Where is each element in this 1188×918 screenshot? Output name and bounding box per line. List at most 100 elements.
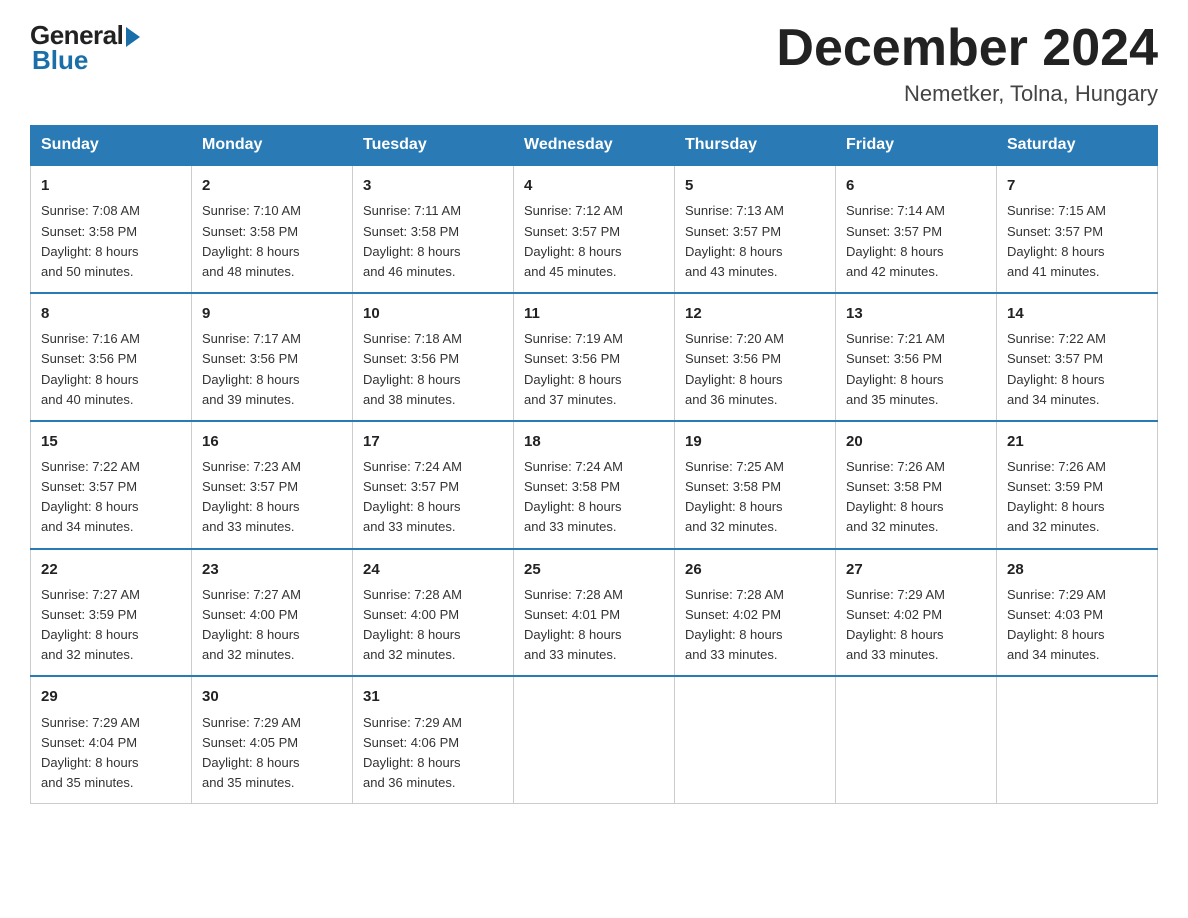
header-sunday: Sunday bbox=[31, 126, 192, 166]
calendar-cell: 16 Sunrise: 7:23 AMSunset: 3:57 PMDayligh… bbox=[192, 421, 353, 549]
day-number: 1 bbox=[41, 174, 181, 197]
day-info: Sunrise: 7:24 AMSunset: 3:57 PMDaylight:… bbox=[363, 459, 462, 534]
calendar-cell bbox=[514, 676, 675, 803]
day-number: 18 bbox=[524, 430, 664, 453]
day-number: 31 bbox=[363, 685, 503, 708]
day-number: 28 bbox=[1007, 558, 1147, 581]
day-info: Sunrise: 7:08 AMSunset: 3:58 PMDaylight:… bbox=[41, 203, 140, 278]
day-number: 2 bbox=[202, 174, 342, 197]
day-number: 11 bbox=[524, 302, 664, 325]
day-info: Sunrise: 7:17 AMSunset: 3:56 PMDaylight:… bbox=[202, 331, 301, 406]
day-number: 4 bbox=[524, 174, 664, 197]
day-info: Sunrise: 7:26 AMSunset: 3:58 PMDaylight:… bbox=[846, 459, 945, 534]
calendar-cell: 7 Sunrise: 7:15 AMSunset: 3:57 PMDaylight… bbox=[997, 165, 1158, 293]
header-monday: Monday bbox=[192, 126, 353, 166]
calendar-cell: 17Sunrise: 7:24 AMSunset: 3:57 PMDayligh… bbox=[353, 421, 514, 549]
calendar-week-row: 29Sunrise: 7:29 AMSunset: 4:04 PMDayligh… bbox=[31, 676, 1158, 803]
calendar-cell: 23 Sunrise: 7:27 AMSunset: 4:00 PMDayligh… bbox=[192, 549, 353, 677]
day-number: 22 bbox=[41, 558, 181, 581]
calendar-cell: 21 Sunrise: 7:26 AMSunset: 3:59 PMDayligh… bbox=[997, 421, 1158, 549]
location-title: Nemetker, Tolna, Hungary bbox=[776, 81, 1158, 107]
calendar-cell: 9 Sunrise: 7:17 AMSunset: 3:56 PMDaylight… bbox=[192, 293, 353, 421]
day-number: 5 bbox=[685, 174, 825, 197]
calendar-cell: 18Sunrise: 7:24 AMSunset: 3:58 PMDayligh… bbox=[514, 421, 675, 549]
calendar-cell: 25 Sunrise: 7:28 AMSunset: 4:01 PMDayligh… bbox=[514, 549, 675, 677]
day-number: 21 bbox=[1007, 430, 1147, 453]
calendar-cell: 30 Sunrise: 7:29 AMSunset: 4:05 PMDayligh… bbox=[192, 676, 353, 803]
day-number: 19 bbox=[685, 430, 825, 453]
calendar-cell: 14 Sunrise: 7:22 AMSunset: 3:57 PMDayligh… bbox=[997, 293, 1158, 421]
day-info: Sunrise: 7:29 AMSunset: 4:05 PMDaylight:… bbox=[202, 715, 301, 790]
day-number: 3 bbox=[363, 174, 503, 197]
day-number: 14 bbox=[1007, 302, 1147, 325]
day-number: 8 bbox=[41, 302, 181, 325]
calendar-cell: 24Sunrise: 7:28 AMSunset: 4:00 PMDayligh… bbox=[353, 549, 514, 677]
day-info: Sunrise: 7:13 AMSunset: 3:57 PMDaylight:… bbox=[685, 203, 784, 278]
day-info: Sunrise: 7:16 AMSunset: 3:56 PMDaylight:… bbox=[41, 331, 140, 406]
day-info: Sunrise: 7:22 AMSunset: 3:57 PMDaylight:… bbox=[41, 459, 140, 534]
day-number: 6 bbox=[846, 174, 986, 197]
day-number: 7 bbox=[1007, 174, 1147, 197]
calendar-cell: 19Sunrise: 7:25 AMSunset: 3:58 PMDayligh… bbox=[675, 421, 836, 549]
day-info: Sunrise: 7:28 AMSunset: 4:02 PMDaylight:… bbox=[685, 587, 784, 662]
day-info: Sunrise: 7:29 AMSunset: 4:02 PMDaylight:… bbox=[846, 587, 945, 662]
header-tuesday: Tuesday bbox=[353, 126, 514, 166]
logo-blue-text: Blue bbox=[32, 45, 88, 76]
day-info: Sunrise: 7:14 AMSunset: 3:57 PMDaylight:… bbox=[846, 203, 945, 278]
header-thursday: Thursday bbox=[675, 126, 836, 166]
calendar-cell: 4Sunrise: 7:12 AMSunset: 3:57 PMDaylight… bbox=[514, 165, 675, 293]
calendar-cell: 20Sunrise: 7:26 AMSunset: 3:58 PMDayligh… bbox=[836, 421, 997, 549]
calendar-cell: 2Sunrise: 7:10 AMSunset: 3:58 PMDaylight… bbox=[192, 165, 353, 293]
calendar-cell: 29Sunrise: 7:29 AMSunset: 4:04 PMDayligh… bbox=[31, 676, 192, 803]
day-number: 15 bbox=[41, 430, 181, 453]
day-info: Sunrise: 7:29 AMSunset: 4:03 PMDaylight:… bbox=[1007, 587, 1106, 662]
calendar-cell: 11 Sunrise: 7:19 AMSunset: 3:56 PMDayligh… bbox=[514, 293, 675, 421]
header-friday: Friday bbox=[836, 126, 997, 166]
day-number: 30 bbox=[202, 685, 342, 708]
logo-arrow-icon bbox=[126, 27, 140, 47]
day-number: 16 bbox=[202, 430, 342, 453]
calendar-cell: 22 Sunrise: 7:27 AMSunset: 3:59 PMDayligh… bbox=[31, 549, 192, 677]
day-info: Sunrise: 7:19 AMSunset: 3:56 PMDaylight:… bbox=[524, 331, 623, 406]
day-number: 25 bbox=[524, 558, 664, 581]
day-number: 10 bbox=[363, 302, 503, 325]
day-number: 26 bbox=[685, 558, 825, 581]
calendar-cell: 3 Sunrise: 7:11 AMSunset: 3:58 PMDaylight… bbox=[353, 165, 514, 293]
calendar-cell: 13 Sunrise: 7:21 AMSunset: 3:56 PMDayligh… bbox=[836, 293, 997, 421]
calendar-cell bbox=[836, 676, 997, 803]
calendar-cell: 31Sunrise: 7:29 AMSunset: 4:06 PMDayligh… bbox=[353, 676, 514, 803]
day-info: Sunrise: 7:11 AMSunset: 3:58 PMDaylight:… bbox=[363, 203, 461, 278]
calendar-cell: 6 Sunrise: 7:14 AMSunset: 3:57 PMDaylight… bbox=[836, 165, 997, 293]
day-info: Sunrise: 7:21 AMSunset: 3:56 PMDaylight:… bbox=[846, 331, 945, 406]
day-info: Sunrise: 7:28 AMSunset: 4:01 PMDaylight:… bbox=[524, 587, 623, 662]
day-info: Sunrise: 7:27 AMSunset: 3:59 PMDaylight:… bbox=[41, 587, 140, 662]
day-info: Sunrise: 7:27 AMSunset: 4:00 PMDaylight:… bbox=[202, 587, 301, 662]
calendar-cell: 5 Sunrise: 7:13 AMSunset: 3:57 PMDaylight… bbox=[675, 165, 836, 293]
day-info: Sunrise: 7:15 AMSunset: 3:57 PMDaylight:… bbox=[1007, 203, 1106, 278]
day-number: 27 bbox=[846, 558, 986, 581]
calendar-cell: 8 Sunrise: 7:16 AMSunset: 3:56 PMDaylight… bbox=[31, 293, 192, 421]
day-info: Sunrise: 7:20 AMSunset: 3:56 PMDaylight:… bbox=[685, 331, 784, 406]
weekday-header-row: Sunday Monday Tuesday Wednesday Thursday… bbox=[31, 126, 1158, 166]
day-info: Sunrise: 7:18 AMSunset: 3:56 PMDaylight:… bbox=[363, 331, 462, 406]
title-block: December 2024 Nemetker, Tolna, Hungary bbox=[776, 20, 1158, 107]
day-number: 9 bbox=[202, 302, 342, 325]
calendar-week-row: 1 Sunrise: 7:08 AMSunset: 3:58 PMDaylight… bbox=[31, 165, 1158, 293]
day-number: 24 bbox=[363, 558, 503, 581]
day-info: Sunrise: 7:26 AMSunset: 3:59 PMDaylight:… bbox=[1007, 459, 1106, 534]
day-number: 29 bbox=[41, 685, 181, 708]
month-title: December 2024 bbox=[776, 20, 1158, 77]
calendar-cell: 12 Sunrise: 7:20 AMSunset: 3:56 PMDayligh… bbox=[675, 293, 836, 421]
day-number: 23 bbox=[202, 558, 342, 581]
day-number: 12 bbox=[685, 302, 825, 325]
day-info: Sunrise: 7:23 AMSunset: 3:57 PMDaylight:… bbox=[202, 459, 301, 534]
calendar-cell bbox=[675, 676, 836, 803]
calendar-week-row: 22 Sunrise: 7:27 AMSunset: 3:59 PMDayligh… bbox=[31, 549, 1158, 677]
day-info: Sunrise: 7:22 AMSunset: 3:57 PMDaylight:… bbox=[1007, 331, 1106, 406]
calendar-cell: 15 Sunrise: 7:22 AMSunset: 3:57 PMDayligh… bbox=[31, 421, 192, 549]
page: General Blue December 2024 Nemetker, Tol… bbox=[0, 0, 1188, 834]
header-saturday: Saturday bbox=[997, 126, 1158, 166]
day-number: 13 bbox=[846, 302, 986, 325]
calendar-cell bbox=[997, 676, 1158, 803]
calendar-week-row: 15 Sunrise: 7:22 AMSunset: 3:57 PMDayligh… bbox=[31, 421, 1158, 549]
